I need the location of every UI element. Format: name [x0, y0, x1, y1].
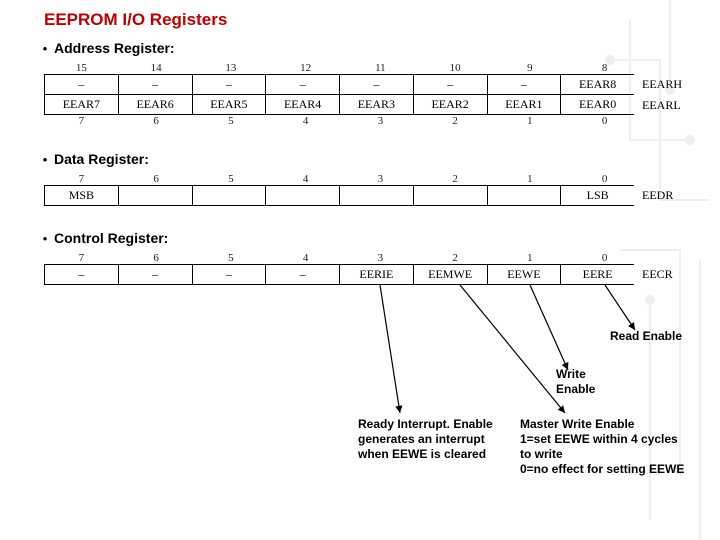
address-register-heading: • Address Register:: [0, 38, 720, 62]
anno-read-enable: Read Enable: [610, 329, 682, 344]
address-register-label: Address Register:: [54, 40, 175, 56]
eearh-row: – – – – – – – EEAR8 EEARH: [44, 74, 694, 95]
control-register-label: Control Register:: [54, 230, 168, 246]
eedr-row: MSB LSB EEDR: [44, 185, 694, 206]
page-title: EEPROM I/O Registers: [0, 0, 720, 38]
eearl-name: EEARL: [634, 95, 694, 115]
data-register-label: Data Register:: [54, 151, 149, 167]
bullet-icon: •: [36, 41, 54, 56]
eearl-row: EEAR7 EEAR6 EEAR5 EEAR4 EEAR3 EEAR2 EEAR…: [44, 95, 694, 115]
eecr-row: – – – – EERIE EEMWE EEWE EERE EECR: [44, 264, 694, 285]
eecr-name: EECR: [634, 264, 694, 285]
annotation-area: Read Enable Write Enable Ready Interrupt…: [0, 285, 720, 495]
data-register-diagram: 7 6 5 4 3 2 1 0 MSB LSB EEDR: [0, 173, 720, 206]
data-register-heading: • Data Register:: [0, 149, 720, 173]
bullet-icon: •: [36, 231, 54, 246]
anno-master-write-enable: Master Write Enable 1=set EEWE within 4 …: [520, 417, 685, 477]
control-register-diagram: 7 6 5 4 3 2 1 0 – – – – EERIE EEMWE EEWE…: [0, 252, 720, 285]
anno-write-enable: Write Enable: [556, 367, 616, 397]
eedr-name: EEDR: [634, 185, 694, 206]
bullet-icon: •: [36, 152, 54, 167]
address-register-diagram: 15 14 13 12 11 10 9 8 – – – – – – – EEAR…: [0, 62, 720, 127]
anno-ready-interrupt: Ready Interrupt. Enable generates an int…: [358, 417, 498, 462]
eearh-name: EEARH: [634, 74, 694, 95]
control-register-heading: • Control Register:: [0, 228, 720, 252]
